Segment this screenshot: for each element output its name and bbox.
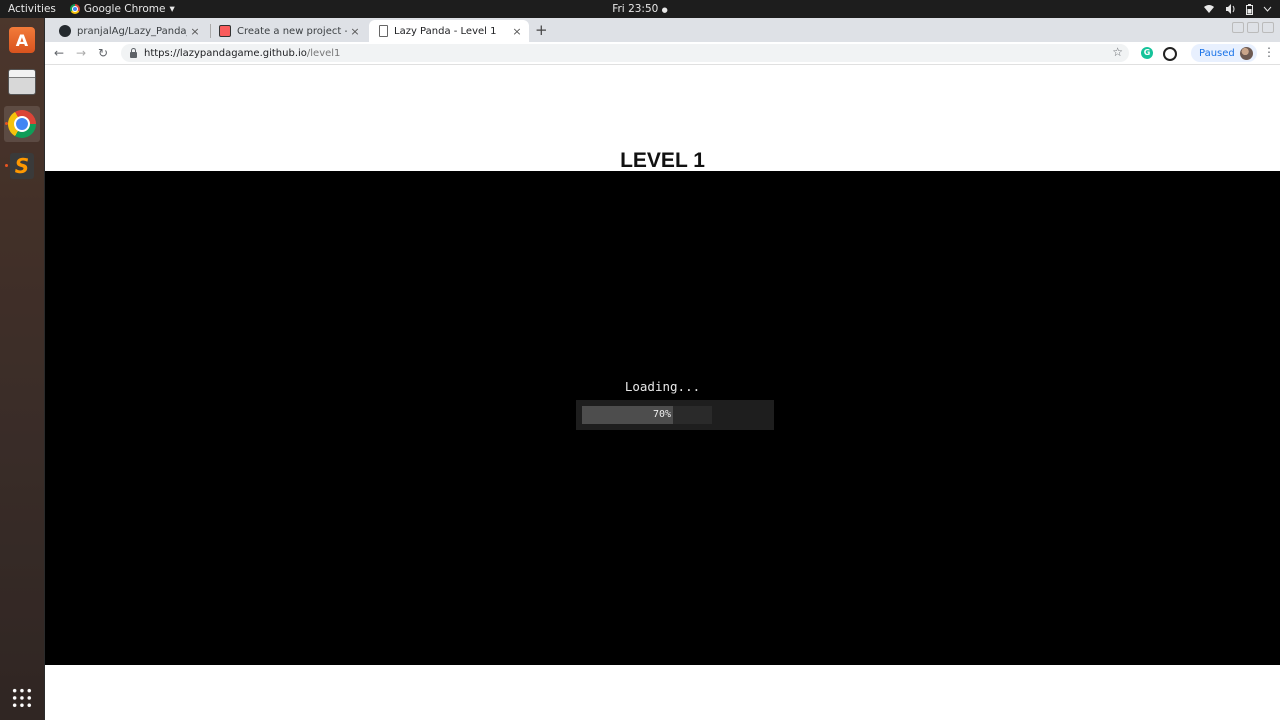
- address-bar[interactable]: https://lazypandagame.github.io/level1 ☆: [121, 44, 1129, 62]
- sublime-text-icon: S: [10, 153, 34, 179]
- tab-title: Create a new project - itch: [237, 25, 347, 37]
- files-icon: [8, 69, 36, 95]
- system-top-bar: Activities Google Chrome ▾ Fri 23:50 ●: [0, 0, 1280, 18]
- app-menu[interactable]: Google Chrome ▾: [69, 3, 175, 15]
- page-viewport: LEVEL 1 Loading... 70%: [45, 65, 1280, 720]
- minimize-icon[interactable]: [1232, 22, 1244, 33]
- volume-icon: [1226, 4, 1235, 14]
- tab-title: Lazy Panda - Level 1: [394, 25, 497, 37]
- software-store-icon: A: [9, 27, 35, 53]
- loading-label: Loading...: [624, 379, 701, 394]
- lock-icon[interactable]: [130, 48, 137, 58]
- url-path: /level1: [306, 47, 341, 59]
- back-button[interactable]: ←: [48, 46, 70, 60]
- browser-window: pranjalAg/Lazy_Panda_g × Create a new pr…: [45, 18, 1280, 720]
- loading-progress-panel: 70%: [576, 400, 774, 430]
- dock-files[interactable]: [4, 64, 40, 100]
- profile-button[interactable]: Paused: [1191, 44, 1257, 62]
- dock: A S: [0, 18, 45, 720]
- tab-itch[interactable]: Create a new project - itch ×: [209, 20, 367, 42]
- url-host: https://lazypandagame.github.io: [144, 47, 307, 59]
- bookmark-star-icon[interactable]: ☆: [1112, 45, 1123, 59]
- page-icon: [379, 25, 388, 37]
- chrome-mini-icon: [69, 4, 80, 14]
- dock-sublime-text[interactable]: S: [4, 148, 40, 184]
- profile-status-label: Paused: [1199, 47, 1235, 59]
- game-canvas[interactable]: Loading... 70%: [45, 171, 1280, 665]
- wifi-icon: [1204, 5, 1214, 13]
- reload-button[interactable]: ↻: [92, 46, 114, 60]
- clock[interactable]: Fri 23:50: [612, 3, 658, 15]
- system-tray[interactable]: [1203, 0, 1272, 18]
- forward-button[interactable]: →: [70, 46, 92, 60]
- chevron-down-icon: ▾: [169, 3, 175, 15]
- power-menu-icon: [1263, 6, 1272, 12]
- browser-toolbar: ← → ↻ https://lazypandagame.github.io/le…: [45, 42, 1280, 65]
- extension-icon[interactable]: [1163, 47, 1177, 61]
- close-icon[interactable]: ×: [347, 25, 363, 38]
- url-text[interactable]: https://lazypandagame.github.io/level1: [144, 48, 340, 59]
- activities-button[interactable]: Activities: [0, 3, 64, 15]
- tab-strip: pranjalAg/Lazy_Panda_g × Create a new pr…: [45, 18, 1280, 42]
- close-icon[interactable]: ×: [187, 25, 203, 38]
- tab-lazy-panda[interactable]: Lazy Panda - Level 1 ×: [369, 20, 529, 42]
- maximize-icon[interactable]: [1247, 22, 1259, 33]
- dock-google-chrome[interactable]: [4, 106, 40, 142]
- chrome-icon: [8, 110, 36, 138]
- tab-title: pranjalAg/Lazy_Panda_g: [77, 25, 187, 37]
- show-applications-button[interactable]: [4, 680, 40, 716]
- running-indicator: [5, 164, 8, 167]
- close-window-icon[interactable]: [1262, 22, 1274, 33]
- new-tab-button[interactable]: +: [535, 21, 548, 39]
- grammarly-extension-icon[interactable]: G: [1141, 47, 1153, 59]
- chrome-menu-button[interactable]: ⋮: [1263, 45, 1275, 59]
- window-controls: [1232, 22, 1274, 33]
- itch-icon: [219, 25, 231, 37]
- avatar: [1239, 46, 1253, 60]
- battery-icon: [1246, 3, 1253, 15]
- dock-ubuntu-software[interactable]: A: [4, 22, 40, 58]
- github-icon: [59, 25, 71, 37]
- notification-dot-icon: ●: [661, 6, 668, 14]
- app-menu-label: Google Chrome: [83, 3, 166, 15]
- progress-percent: 70%: [652, 409, 672, 420]
- page-title: LEVEL 1: [620, 149, 705, 172]
- close-icon[interactable]: ×: [509, 25, 525, 38]
- tab-github[interactable]: pranjalAg/Lazy_Panda_g ×: [49, 20, 207, 42]
- grid-icon: [11, 687, 33, 709]
